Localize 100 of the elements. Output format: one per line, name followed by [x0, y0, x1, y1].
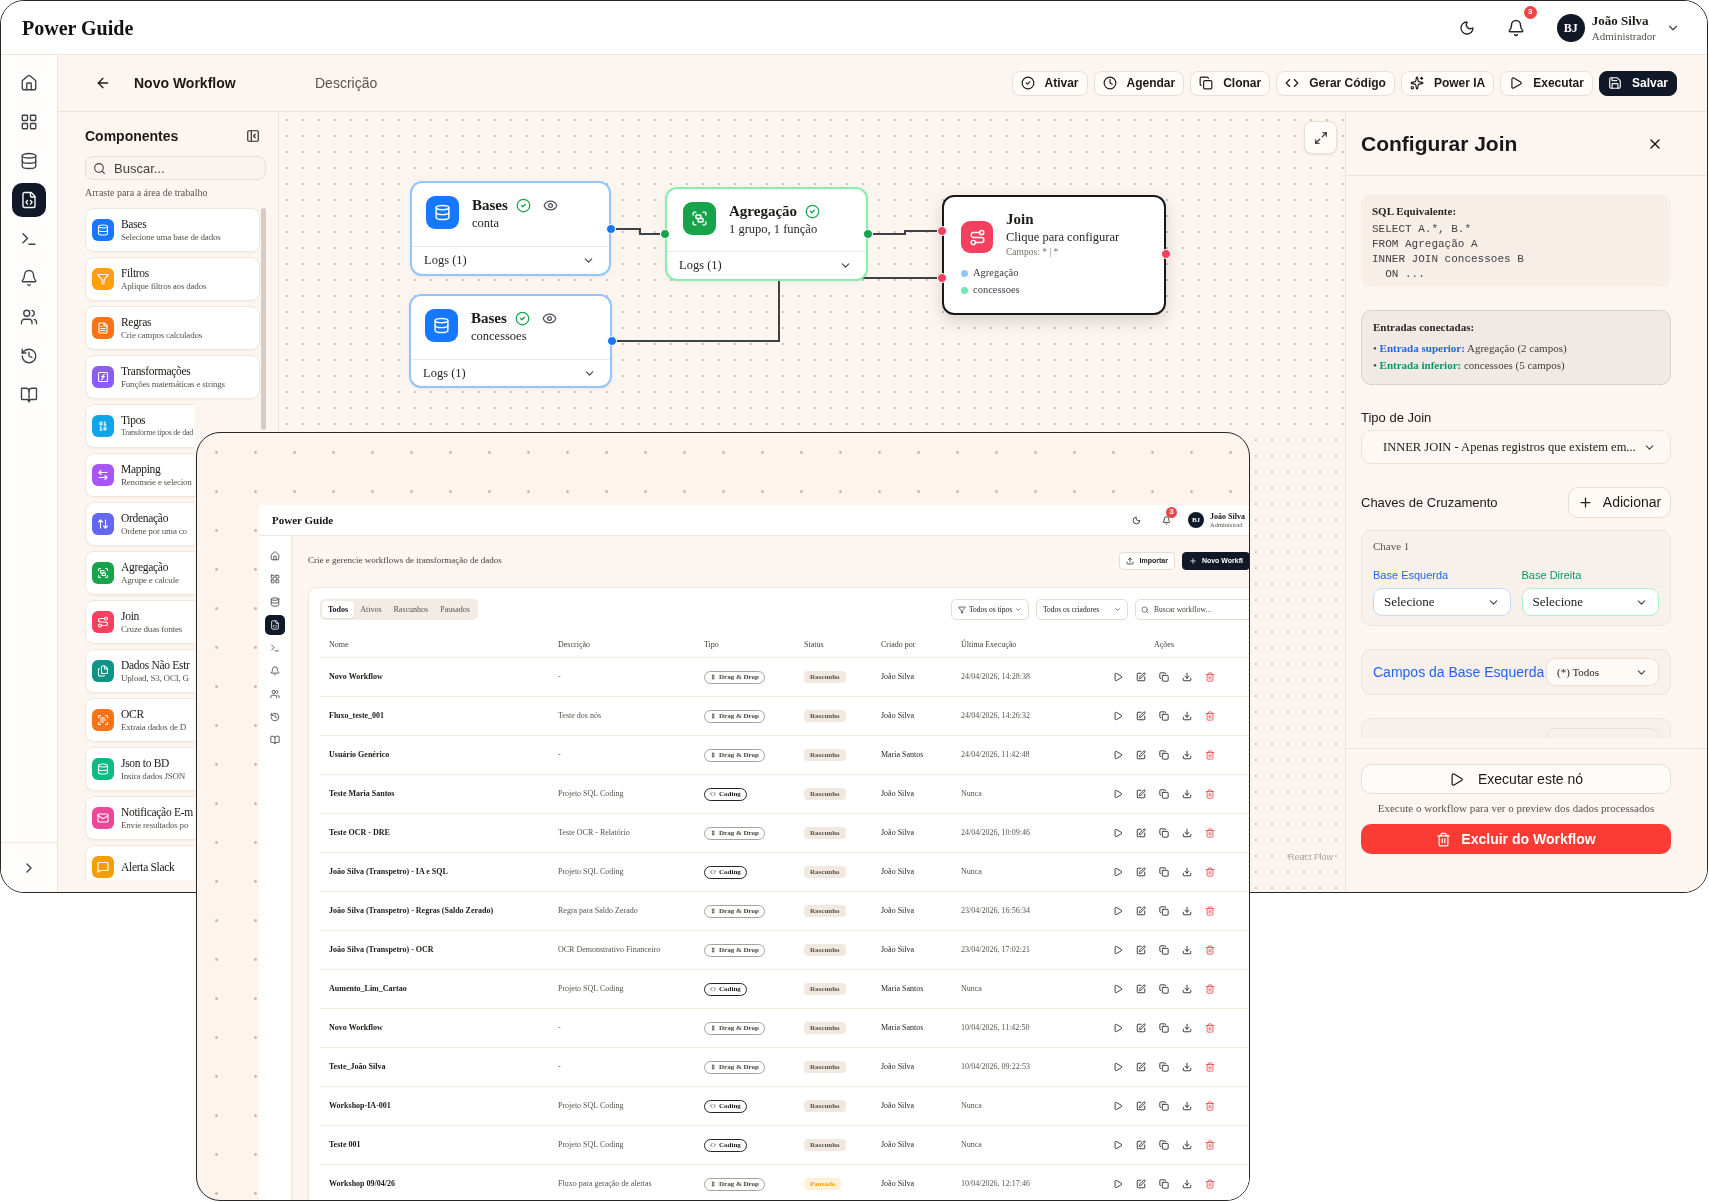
left-base-select[interactable]: Selecione [1373, 588, 1511, 616]
play-icon[interactable] [1113, 945, 1123, 955]
edit-icon[interactable] [1136, 984, 1146, 994]
run-node-button[interactable]: Executar este nó [1361, 764, 1671, 794]
workflow-name[interactable]: Aumento_Lim_Cartao [329, 983, 407, 995]
copy-icon[interactable] [1159, 1062, 1169, 1072]
sidebar-item[interactable] [265, 615, 285, 635]
edit-icon[interactable] [1136, 1062, 1146, 1072]
workflow-name[interactable]: Novo Workflow [329, 1022, 383, 1034]
delete-icon[interactable] [1205, 1101, 1215, 1111]
play-icon[interactable] [1113, 984, 1123, 994]
delete-icon[interactable] [1205, 828, 1215, 838]
edit-icon[interactable] [1136, 711, 1146, 721]
workflow-name[interactable]: Workshop-IA-001 [329, 1100, 391, 1112]
component-card[interactable]: Agregação Agrupe e calcule [85, 551, 195, 595]
download-icon[interactable] [1182, 672, 1192, 682]
description-field[interactable]: Descrição [305, 68, 625, 98]
delete-icon[interactable] [1205, 984, 1215, 994]
connection-handle-icon[interactable] [607, 336, 617, 346]
component-card[interactable]: Dados Não Estr Upload, S3, OCI, G [85, 649, 195, 693]
edit-icon[interactable] [1136, 672, 1146, 682]
play-icon[interactable] [1113, 1023, 1123, 1033]
delete-icon[interactable] [1205, 1179, 1215, 1189]
scrollbar[interactable] [261, 208, 266, 430]
play-icon[interactable] [1113, 1101, 1123, 1111]
copy-icon[interactable] [1159, 711, 1169, 721]
delete-icon[interactable] [1205, 1062, 1215, 1072]
play-icon[interactable] [1113, 750, 1123, 760]
copy-icon[interactable] [1159, 984, 1169, 994]
workflow-name[interactable]: Workshop 09/04/26 [329, 1178, 395, 1190]
edit-icon[interactable] [1136, 906, 1146, 916]
join-type-select[interactable]: INNER JOIN - Apenas registros que existem em... [1361, 430, 1671, 464]
workflow-name[interactable]: João Silva (Transpetro) - OCR [329, 944, 434, 956]
toolbar-button[interactable]: Salvar [1598, 70, 1677, 96]
workflow-name[interactable]: Usuário Genérico [329, 749, 390, 761]
toolbar-button[interactable]: Clonar [1190, 70, 1271, 96]
edit-icon[interactable] [1136, 750, 1146, 760]
connection-handle-icon[interactable] [1161, 249, 1171, 259]
workflow-name[interactable]: Fluxo_teste_001 [329, 710, 385, 722]
copy-icon[interactable] [1159, 1023, 1169, 1033]
copy-icon[interactable] [1159, 945, 1169, 955]
fields-select[interactable]: (*) Todos [1546, 658, 1659, 686]
download-icon[interactable] [1182, 1023, 1192, 1033]
toolbar-button[interactable]: Power IA [1400, 70, 1495, 96]
download-icon[interactable] [1182, 945, 1192, 955]
copy-icon[interactable] [1159, 1179, 1169, 1189]
download-icon[interactable] [1182, 750, 1192, 760]
component-card[interactable]: Join Cruze duas fontes [85, 600, 195, 644]
component-card[interactable]: Transformações Funções matemáticas e strings [85, 355, 260, 399]
download-icon[interactable] [1182, 828, 1192, 838]
play-icon[interactable] [1113, 906, 1123, 916]
bell-icon[interactable] [1506, 18, 1525, 37]
tab[interactable]: Rascunhos [387, 601, 435, 618]
component-card[interactable]: Tipos Transforme tipos de dad [85, 404, 195, 448]
moon-icon[interactable] [1132, 515, 1141, 525]
download-icon[interactable] [1182, 1179, 1192, 1189]
component-card[interactable]: Filtros Aplique filtros aos dados [85, 257, 260, 301]
workflow-name[interactable]: João Silva (Transpetro) - Regras (Saldo Zerado) [329, 905, 494, 917]
workflow-name[interactable]: Teste Maria Santos [329, 788, 395, 800]
download-icon[interactable] [1182, 906, 1192, 916]
connection-handle-icon[interactable] [937, 273, 947, 283]
delete-icon[interactable] [1205, 750, 1215, 760]
download-icon[interactable] [1182, 1140, 1192, 1150]
edit-icon[interactable] [1136, 1023, 1146, 1033]
copy-icon[interactable] [1159, 750, 1169, 760]
tab[interactable]: Pausados [434, 601, 476, 618]
component-card[interactable]: Alerta Slack [85, 845, 195, 880]
connection-handle-icon[interactable] [660, 229, 670, 239]
delete-icon[interactable] [1205, 906, 1215, 916]
avatar[interactable]: BJ [1556, 13, 1585, 42]
copy-icon[interactable] [1159, 867, 1169, 877]
workflow-node[interactable]: Bases conta Logs (1) [410, 181, 611, 276]
play-icon[interactable] [1113, 867, 1123, 877]
edit-icon[interactable] [1136, 828, 1146, 838]
workflow-node[interactable]: Join Clique para configurar Campos: * | * Agregação concessoes [942, 195, 1166, 315]
expand-button[interactable] [1304, 121, 1337, 154]
workflow-name[interactable]: Teste_João Silva [329, 1061, 386, 1073]
collapse-panel-icon[interactable] [246, 129, 260, 143]
workflow-name[interactable]: João Silva (Transpetro) - IA e SQL [329, 866, 448, 878]
moon-icon[interactable] [1458, 19, 1475, 36]
play-icon[interactable] [1113, 828, 1123, 838]
workflow-node[interactable]: Agregação 1 grupo, 1 função Logs (1) [665, 187, 868, 281]
delete-icon[interactable] [1205, 711, 1215, 721]
component-card[interactable]: OCR Extraia dados de D [85, 698, 195, 742]
copy-icon[interactable] [1159, 1101, 1169, 1111]
toolbar-button[interactable]: Executar [1500, 70, 1593, 96]
edit-icon[interactable] [1136, 789, 1146, 799]
delete-icon[interactable] [1205, 1023, 1215, 1033]
add-button[interactable]: Adicionar [1568, 487, 1671, 518]
connection-handle-icon[interactable] [606, 224, 616, 234]
download-icon[interactable] [1182, 867, 1192, 877]
logs-toggle[interactable]: Logs (1) [667, 251, 866, 279]
download-icon[interactable] [1182, 789, 1192, 799]
workflow-node[interactable]: Bases concessoes Logs (1) [409, 294, 612, 388]
download-icon[interactable] [1182, 984, 1192, 994]
component-card[interactable]: Notificação E-m Envie resultados po [85, 796, 195, 840]
delete-icon[interactable] [1205, 1140, 1215, 1150]
tab[interactable]: Ativos [354, 601, 388, 618]
copy-icon[interactable] [1159, 1140, 1169, 1150]
component-card[interactable]: Regras Crie campos calculados [85, 306, 260, 350]
